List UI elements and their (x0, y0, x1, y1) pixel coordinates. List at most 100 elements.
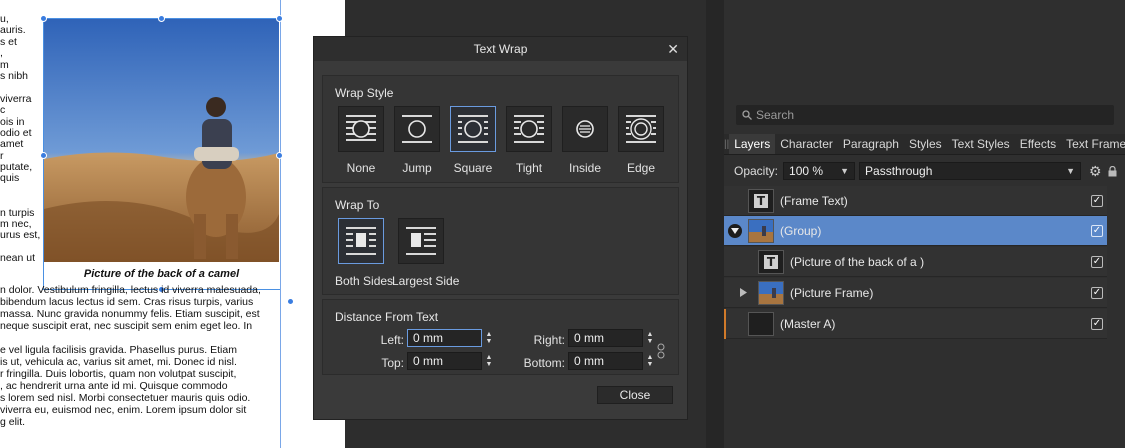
right-distance-input[interactable] (568, 329, 643, 347)
both-sides-button[interactable] (338, 218, 384, 264)
right-stepper[interactable]: ▲ ▼ (646, 329, 654, 347)
layers-search[interactable]: Search (736, 105, 1114, 125)
wrap-inside-button[interactable] (562, 106, 608, 152)
panel-separator (706, 0, 724, 448)
master-page-icon (748, 311, 774, 336)
visibility-checkbox[interactable]: ✓ (1091, 317, 1103, 330)
wrap-edge-button[interactable] (618, 106, 664, 152)
lock-icon[interactable] (1108, 165, 1117, 177)
wrap-jump-button[interactable] (394, 106, 440, 152)
text-line: n dolor. Vestibulum fringilla, lectus id… (0, 284, 261, 296)
tab-styles[interactable]: Styles (904, 134, 947, 154)
largest-side-button[interactable] (398, 218, 444, 264)
top-distance-input[interactable] (407, 352, 482, 370)
visibility-checkbox[interactable]: ✓ (1091, 224, 1103, 237)
top-stepper[interactable]: ▲ ▼ (485, 352, 493, 370)
wrap-jump-label: Jump (402, 161, 432, 175)
collapse-icon[interactable] (728, 223, 742, 238)
wrap-inside-icon (576, 120, 594, 138)
wrap-tight-button[interactable] (506, 106, 552, 152)
wrap-square-label: Square (453, 161, 493, 175)
search-icon (742, 110, 752, 120)
text-frame-icon: T (754, 193, 768, 208)
bottom-label: Bottom: (523, 356, 565, 370)
layer-row[interactable]: (Picture Frame) ✓ (724, 278, 1107, 308)
layer-name: (Picture Frame) (790, 285, 874, 300)
picture-frame-outline (43, 18, 281, 290)
tab-effects[interactable]: Effects (1015, 134, 1061, 154)
opacity-select[interactable]: 100 % ▼ (783, 162, 856, 180)
text-line: urus est, (0, 229, 41, 242)
text-line: bibendum lacus lectus id sem. Cras risus… (0, 296, 254, 308)
right-label: Right: (533, 333, 565, 347)
wrap-tight-icon (514, 115, 544, 143)
layer-name: (Group) (780, 223, 822, 238)
master-page-marker (724, 308, 726, 339)
text-line: , ac hendrerit urna ante id mi. Quisque … (0, 380, 228, 392)
distance-title: Distance From Text (335, 310, 439, 324)
bottom-stepper[interactable]: ▲ ▼ (646, 352, 654, 370)
layer-name: (Master A) (780, 316, 836, 331)
layer-row[interactable]: T (Picture of the back of a ) ✓ (724, 247, 1107, 277)
text-line: massa. Nunc gravida nonummy felis. Etiam… (0, 308, 260, 320)
top-label: Top: (381, 356, 404, 370)
wrap-square-button[interactable] (450, 106, 496, 152)
text-line: viverra eu, euismod nec, enim. Lorem ips… (0, 404, 247, 416)
visibility-checkbox[interactable]: ✓ (1091, 194, 1103, 207)
tab-text-frame[interactable]: Text Frame (1061, 134, 1125, 154)
text-line: e vel ligula facilisis gravida. Phasellu… (0, 344, 237, 356)
panel-tabs: || Layers Character Paragraph Styles Tex… (724, 134, 1125, 155)
expand-icon[interactable] (740, 288, 750, 297)
text-line: s lorem sed nisl. Morbi consectetuer mau… (0, 392, 251, 404)
blend-mode-select[interactable]: Passthrough ▼ (859, 162, 1082, 180)
resize-handle[interactable] (158, 15, 165, 22)
tab-text-styles[interactable]: Text Styles (947, 134, 1015, 154)
left-stepper[interactable]: ▲ ▼ (485, 329, 493, 347)
visibility-checkbox[interactable]: ✓ (1091, 286, 1103, 299)
close-icon[interactable]: ✕ (667, 41, 679, 58)
both-sides-icon (346, 227, 376, 255)
wrap-none-icon (346, 115, 376, 141)
gear-icon[interactable]: ⚙ (1089, 163, 1102, 180)
tab-layers[interactable]: Layers (729, 134, 776, 154)
tab-character[interactable]: Character (775, 134, 838, 154)
chevron-down-icon: ▼ (1066, 166, 1076, 176)
dialog-titlebar[interactable]: Text Wrap ✕ (314, 37, 687, 61)
wrap-none-label: None (346, 161, 376, 175)
left-label: Left: (380, 333, 404, 347)
bottom-distance-input[interactable] (568, 352, 643, 370)
layer-row[interactable]: T (Frame Text) ✓ (724, 186, 1107, 216)
opacity-value: 100 % (789, 164, 824, 178)
wrap-edge-icon (626, 115, 656, 143)
close-button[interactable]: Close (597, 386, 673, 404)
text-line: c (0, 104, 6, 117)
text-line (0, 196, 42, 207)
text-line: , (0, 47, 3, 60)
document-canvas[interactable]: u, auris. s et, m s nibh viverra c ois in odio e… (0, 0, 345, 448)
link-chain-icon[interactable] (657, 343, 665, 362)
text-line: viverra (0, 92, 32, 105)
text-wrap-dialog: Text Wrap ✕ Wrap Style None Jump Square … (313, 36, 688, 420)
resize-handle[interactable] (276, 152, 283, 159)
largest-side-icon (406, 227, 436, 255)
text-line: is ut, vehicula ac, varius sit amet, mi.… (0, 356, 237, 368)
left-text-column: u, auris. s et, m s nibh viverra c ois in odio e… (0, 13, 42, 265)
wrap-inside-label: Inside (568, 161, 602, 175)
image-thumbnail (759, 281, 783, 304)
layer-thumbnail (758, 280, 784, 305)
tab-paragraph[interactable]: Paragraph (838, 134, 904, 154)
resize-handle[interactable] (40, 152, 47, 159)
left-distance-input[interactable] (407, 329, 482, 347)
wrap-none-button[interactable] (338, 106, 384, 152)
chevron-down-icon: ▼ (840, 166, 850, 176)
blend-mode-value: Passthrough (865, 164, 933, 178)
text-line: s nibh (0, 69, 29, 82)
resize-handle[interactable] (40, 15, 47, 22)
layer-row[interactable]: (Group) ✓ (724, 216, 1107, 246)
text-line: nean ut (0, 252, 36, 265)
visibility-checkbox[interactable]: ✓ (1091, 255, 1103, 268)
layer-thumbnail: T (758, 249, 784, 274)
resize-handle[interactable] (276, 15, 283, 22)
wrap-edge-label: Edge (626, 161, 656, 175)
layer-row[interactable]: (Master A) ✓ (724, 308, 1107, 339)
